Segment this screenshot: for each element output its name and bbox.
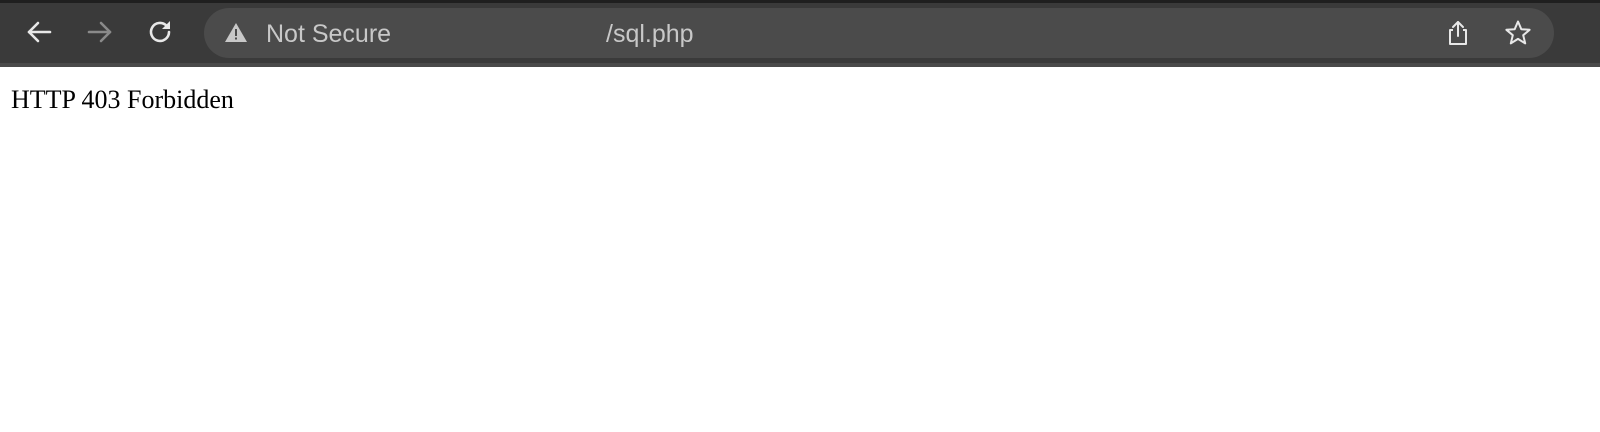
browser-toolbar: Not Secure /sql.php — [0, 0, 1600, 63]
star-icon[interactable] — [1504, 19, 1532, 47]
back-button[interactable] — [22, 15, 56, 49]
reload-button[interactable] — [143, 15, 177, 49]
redacted-url-region — [416, 14, 606, 54]
share-icon[interactable] — [1444, 19, 1472, 47]
toolbar-divider — [0, 63, 1600, 67]
reload-icon — [149, 21, 171, 43]
address-bar[interactable]: Not Secure /sql.php — [204, 8, 1554, 58]
url-text[interactable]: /sql.php — [606, 19, 694, 49]
forward-button[interactable] — [83, 15, 117, 49]
arrow-right-icon — [87, 21, 112, 43]
arrow-left-icon — [27, 21, 52, 43]
page-body-text: HTTP 403 Forbidden — [11, 85, 234, 114]
warning-triangle-icon[interactable] — [224, 21, 248, 45]
security-status-label[interactable]: Not Secure — [266, 19, 391, 49]
